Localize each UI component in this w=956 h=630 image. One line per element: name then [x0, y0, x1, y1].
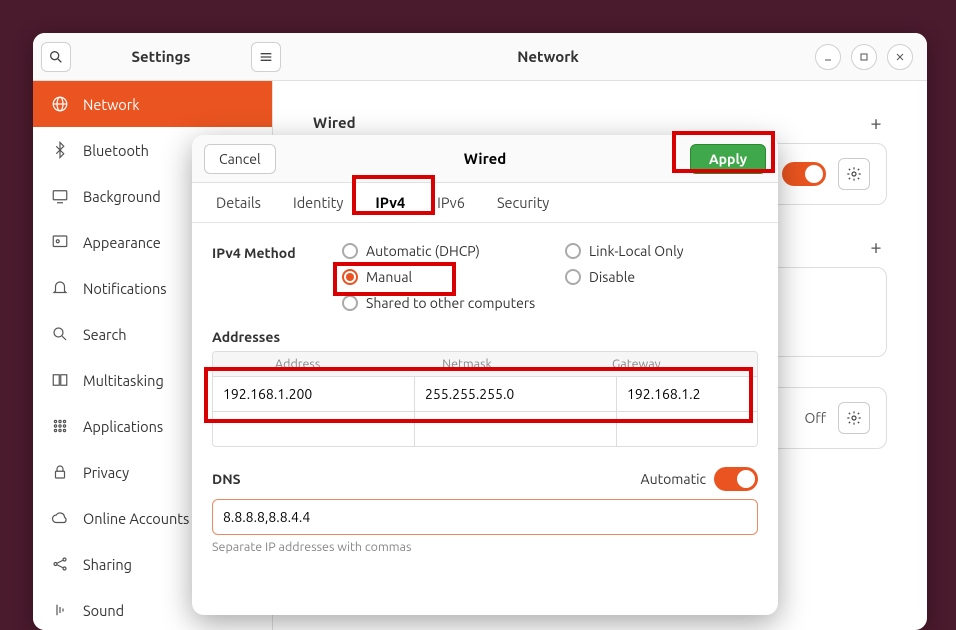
bt-icon	[51, 141, 69, 159]
apply-button[interactable]: Apply	[690, 144, 766, 174]
address-row	[213, 411, 757, 446]
netmask-input[interactable]	[415, 377, 617, 411]
sound-icon	[51, 601, 69, 619]
sidebar-item-label: Privacy	[83, 464, 129, 481]
hamburger-button[interactable]	[251, 42, 281, 72]
ipv4-method-disable[interactable]: Disable	[565, 269, 758, 285]
radio-icon	[342, 295, 358, 311]
minimize-button[interactable]	[815, 44, 841, 70]
search-icon	[48, 49, 64, 65]
col-netmask: Netmask	[382, 352, 551, 376]
ipv4-method-link-local-only[interactable]: Link-Local Only	[565, 243, 758, 259]
maximize-button[interactable]	[851, 44, 877, 70]
gear-icon	[846, 410, 862, 426]
dns-label: DNS	[212, 471, 241, 487]
ipv4-method-shared-to-other-computers[interactable]: Shared to other computers	[342, 295, 758, 311]
maximize-icon	[858, 51, 870, 63]
sidebar-item-network[interactable]: Network	[33, 81, 272, 127]
share-icon	[51, 555, 69, 573]
appearance-icon	[51, 233, 69, 251]
gateway-input[interactable]	[617, 377, 758, 411]
ipv4-method-group: Automatic (DHCP) Link-Local Only Manual Dis…	[342, 243, 758, 311]
radio-icon	[342, 243, 358, 259]
dialog-tabs: Details Identity IPv4 IPv6 Security	[192, 183, 778, 223]
sidebar-item-label: Bluetooth	[83, 142, 149, 159]
search-button[interactable]	[41, 42, 71, 72]
dns-auto-label: Automatic	[641, 471, 706, 487]
address-input[interactable]	[213, 377, 415, 411]
address-input[interactable]	[213, 412, 415, 446]
col-address: Address	[213, 352, 382, 376]
netmask-input[interactable]	[415, 412, 617, 446]
close-button[interactable]	[887, 44, 913, 70]
monitor-icon	[51, 187, 69, 205]
col-gateway: Gateway	[552, 352, 721, 376]
dialog-header: Cancel Wired Apply	[192, 135, 778, 183]
sidebar-item-label: Applications	[83, 418, 163, 435]
wired-settings-dialog: Cancel Wired Apply Details Identity IPv4 IP…	[192, 135, 778, 615]
radio-icon	[565, 269, 581, 285]
cloud-icon	[51, 509, 69, 527]
ipv4-method-automatic-dhcp-[interactable]: Automatic (DHCP)	[342, 243, 535, 259]
gateway-input[interactable]	[617, 412, 758, 446]
ipv4-method-label: IPv4 Method	[212, 243, 342, 261]
tab-identity[interactable]: Identity	[289, 186, 347, 219]
minimize-icon	[822, 51, 834, 63]
add-wired-button[interactable]: +	[865, 111, 887, 133]
add-vpn-button[interactable]: +	[865, 235, 887, 257]
addresses-header: Address Netmask Gateway	[213, 352, 757, 376]
radio-label: Disable	[589, 269, 635, 285]
sidebar-item-label: Online Accounts	[83, 510, 189, 527]
radio-label: Automatic (DHCP)	[366, 243, 480, 259]
address-row	[213, 376, 757, 411]
radio-icon	[342, 269, 358, 285]
apps-icon	[51, 417, 69, 435]
gear-icon	[846, 166, 862, 182]
hamburger-icon	[258, 49, 274, 65]
multi-icon	[51, 371, 69, 389]
wired-gear-button[interactable]	[838, 158, 870, 190]
tab-security[interactable]: Security	[493, 186, 553, 219]
close-icon	[894, 51, 906, 63]
dns-hint: Separate IP addresses with commas	[212, 540, 758, 554]
tab-ipv6[interactable]: IPv6	[433, 186, 469, 219]
wired-toggle[interactable]	[782, 162, 826, 186]
addresses-table: Address Netmask Gateway	[212, 351, 758, 447]
sidebar-item-label: Appearance	[83, 234, 161, 251]
lock-icon	[51, 463, 69, 481]
bell-icon	[51, 279, 69, 297]
search-icon	[51, 325, 69, 343]
wired-section-title: Wired	[313, 114, 356, 131]
app-title: Settings	[77, 48, 245, 65]
sidebar-item-label: Background	[83, 188, 161, 205]
sidebar-item-label: Multitasking	[83, 372, 164, 389]
page-title: Network	[281, 48, 815, 65]
sidebar-item-label: Sharing	[83, 556, 132, 573]
sidebar-item-label: Sound	[83, 602, 124, 619]
globe-icon	[51, 95, 69, 113]
dialog-body: IPv4 Method Automatic (DHCP) Link-Local O…	[192, 223, 778, 615]
ipv4-method-manual[interactable]: Manual	[342, 269, 535, 285]
radio-label: Link-Local Only	[589, 243, 684, 259]
sidebar-item-label: Notifications	[83, 280, 167, 297]
radio-icon	[565, 243, 581, 259]
sidebar-item-label: Search	[83, 326, 127, 343]
addresses-label: Addresses	[212, 329, 758, 345]
cancel-button[interactable]: Cancel	[204, 144, 276, 174]
radio-label: Shared to other computers	[366, 295, 535, 311]
proxy-gear-button[interactable]	[838, 402, 870, 434]
radio-label: Manual	[366, 269, 412, 285]
titlebar: Settings Network	[33, 33, 927, 81]
sidebar-item-label: Network	[83, 96, 140, 113]
tab-ipv4[interactable]: IPv4	[371, 186, 409, 219]
tab-details[interactable]: Details	[212, 186, 265, 219]
dns-input[interactable]	[212, 499, 758, 535]
dns-auto-toggle[interactable]	[714, 467, 758, 491]
proxy-status: Off	[804, 410, 826, 426]
